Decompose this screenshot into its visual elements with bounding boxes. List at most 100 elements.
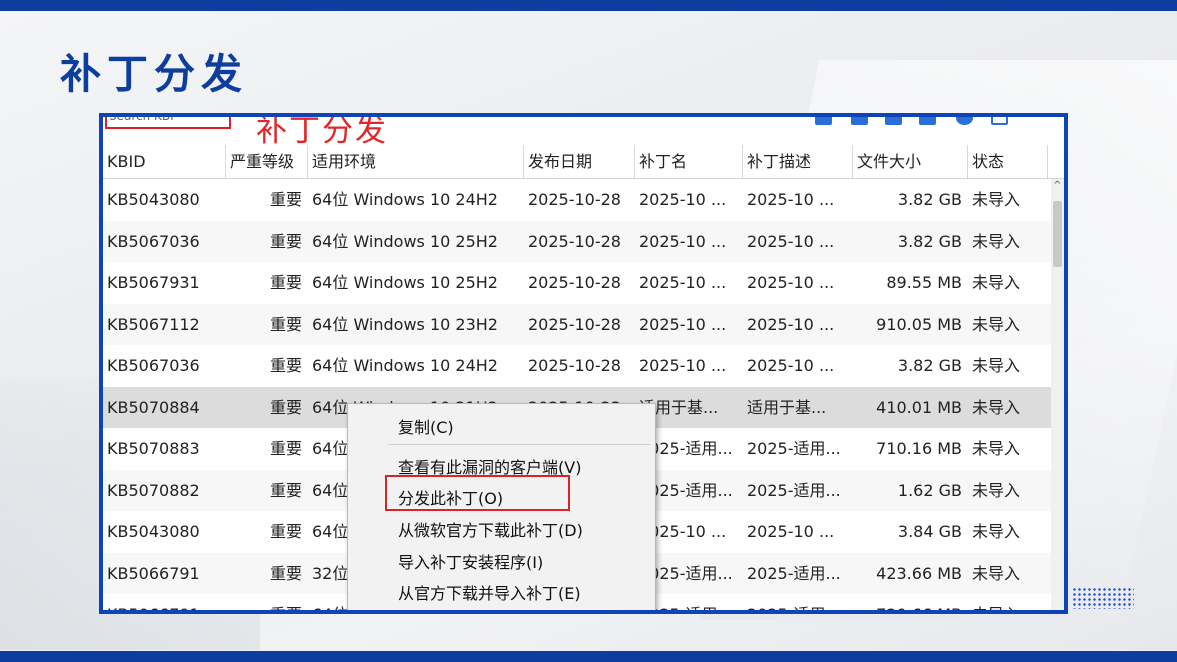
- cell-severity: 重要: [226, 594, 308, 610]
- cell-file-size: 710.16 MB: [876, 439, 962, 458]
- cell-patch-name: 2025-10 ...: [639, 190, 727, 209]
- cell-patch-name: 2025-10 ...: [639, 356, 727, 375]
- cell-severity: 重要: [269, 273, 302, 292]
- cell-severity: 重要: [269, 231, 302, 251]
- cell-kbid: KB5070882: [107, 480, 200, 500]
- cell-kbid: KB5067112: [107, 314, 200, 334]
- cell-patch-desc: 2025-10 ...: [747, 314, 835, 334]
- cell-status: 未导入: [968, 594, 1048, 610]
- cell-kbid: KB5067931: [107, 273, 200, 292]
- table-header: KBID 严重等级 适用环境 发布日期 补丁名 补丁描述 文件大小 状态: [103, 145, 1064, 179]
- export-icon[interactable]: [885, 117, 902, 125]
- cell-environment: 64位 Windows 10 25H2: [312, 273, 498, 292]
- scroll-up-arrow-icon[interactable]: ^: [1052, 181, 1063, 191]
- menu-item-import-installer[interactable]: 导入补丁安装程序(I): [398, 549, 543, 573]
- cell-file-size: 720.66 MB: [853, 594, 968, 610]
- cell-kbid: KB5043080: [107, 522, 200, 541]
- top-accent-bar: [0, 0, 1177, 11]
- refresh-icon[interactable]: [956, 117, 973, 125]
- cell-severity: 重要: [269, 522, 302, 541]
- cell-severity: 重要: [269, 439, 302, 458]
- cell-release-date: 2025-10-28: [528, 356, 621, 375]
- menu-item-copy[interactable]: 复制(C): [398, 414, 454, 438]
- context-menu: 复制(C) 查看有此漏洞的客户端(V) 分发此补丁(O) 从微软官方下载此补丁(…: [347, 403, 656, 610]
- vertical-scrollbar[interactable]: ^: [1051, 179, 1064, 610]
- cell-file-size: 3.82 GB: [897, 356, 962, 375]
- column-header-file-size[interactable]: 文件大小: [853, 145, 968, 178]
- cell-patch-desc: 2025-10 ...: [747, 356, 835, 375]
- column-header-kbid[interactable]: KBID: [103, 145, 226, 178]
- table-row[interactable]: KB5067036 重要 64位 Windows 10 24H2 2025-10-28…: [103, 345, 1051, 386]
- cell-status: 未导入: [972, 563, 1021, 583]
- column-header-release-date[interactable]: 发布日期: [524, 145, 635, 178]
- cell-severity: 重要: [269, 190, 302, 209]
- cell-severity: 重要: [269, 356, 302, 375]
- cell-status: 未导入: [972, 356, 1021, 375]
- cell-status: 未导入: [972, 439, 1021, 458]
- cell-patch-desc: 2025-10 ...: [747, 190, 835, 209]
- cell-status: 未导入: [972, 480, 1021, 500]
- column-header-severity[interactable]: 严重等级: [226, 145, 308, 178]
- save-icon[interactable]: [851, 117, 868, 125]
- cell-environment: 64位 Windows 10 24H2: [312, 190, 498, 209]
- cell-severity: 重要: [269, 480, 302, 500]
- toolbar-strip: Search KBI 补丁分发: [103, 117, 1064, 149]
- cell-patch-desc: 2025-10 ...: [747, 231, 835, 251]
- cell-patch-desc: 适用于基...: [747, 397, 827, 417]
- column-header-patch-name[interactable]: 补丁名: [635, 145, 743, 178]
- cell-status: 未导入: [972, 522, 1021, 541]
- folder-icon[interactable]: [919, 117, 936, 125]
- cell-patch-desc: 2025-适用...: [747, 439, 841, 458]
- cell-environment: 64位 Windows 10 23H2: [312, 314, 498, 334]
- cell-file-size: 910.05 MB: [876, 314, 962, 334]
- cell-kbid: KB5043080: [107, 190, 200, 209]
- table-row[interactable]: KB5043080 重要 64位 Windows 10 24H2 2025-10-28…: [103, 179, 1051, 220]
- cell-file-size: 1.62 GB: [897, 480, 962, 500]
- cell-status: 未导入: [972, 314, 1021, 334]
- cell-patch-name: 2025-10 ...: [639, 314, 727, 334]
- cell-release-date: 2025-10-28: [528, 273, 621, 292]
- menu-item-download-and-import[interactable]: 从官方下载并导入补丁(E): [398, 580, 581, 604]
- table-row[interactable]: KB5067036 重要 64位 Windows 10 25H2 2025-10-28…: [103, 220, 1051, 262]
- download-icon[interactable]: [815, 117, 832, 125]
- cell-file-size: 89.55 MB: [886, 273, 962, 292]
- cell-status: 未导入: [972, 190, 1021, 209]
- column-header-patch-desc[interactable]: 补丁描述: [743, 145, 853, 178]
- cell-environment: 64位 Windows 10 25H2: [312, 231, 498, 251]
- settings-icon[interactable]: [991, 117, 1008, 125]
- menu-item-download-from-microsoft[interactable]: 从微软官方下载此补丁(D): [398, 517, 583, 541]
- column-header-status[interactable]: 状态: [968, 145, 1048, 178]
- cell-kbid: KB5070883: [107, 439, 200, 458]
- cell-patch-name: 2025-10 ...: [639, 273, 727, 292]
- cell-status: 未导入: [972, 273, 1021, 292]
- scrollbar-thumb[interactable]: [1053, 201, 1062, 267]
- cell-patch-desc: 2025-适用...: [747, 563, 841, 583]
- cell-severity: 重要: [269, 314, 302, 334]
- cell-patch-desc: 2025-适用...: [743, 594, 853, 610]
- cell-file-size: 3.82 GB: [897, 231, 962, 251]
- table-row[interactable]: KB5067112 重要 64位 Windows 10 23H2 2025-10-28…: [103, 303, 1051, 345]
- dot-pattern-decoration: [1072, 587, 1134, 609]
- bottom-accent-bar: [0, 651, 1177, 662]
- page-title: 补丁分发: [60, 50, 248, 98]
- cell-patch-desc: 2025-适用...: [747, 480, 841, 500]
- cell-file-size: 423.66 MB: [876, 563, 962, 583]
- cell-patch-name: 2025-10 ...: [639, 231, 727, 251]
- cell-file-size: 410.01 MB: [876, 397, 962, 417]
- cell-kbid: KB5070884: [107, 397, 200, 417]
- search-placeholder: Search KBI: [109, 113, 174, 123]
- cell-kbid: KB5067036: [107, 356, 200, 375]
- cell-status: 未导入: [972, 397, 1021, 417]
- table-row[interactable]: KB5067931 重要 64位 Windows 10 25H2 2025-10-28…: [103, 262, 1051, 303]
- cell-release-date: 2025-10-28: [528, 231, 621, 251]
- cell-release-date: 2025-10-28: [528, 314, 621, 334]
- cell-severity: 重要: [269, 563, 302, 583]
- cell-patch-desc: 2025-10 ...: [747, 273, 835, 292]
- column-header-environment[interactable]: 适用环境: [308, 145, 524, 178]
- menu-separator: [388, 444, 650, 445]
- screenshot-frame: Search KBI 补丁分发 KBID 严重等级 适用环境 发布日期 补丁名 …: [99, 113, 1068, 614]
- cell-status: 未导入: [972, 231, 1021, 251]
- cell-patch-desc: 2025-10 ...: [747, 522, 835, 541]
- cell-severity: 重要: [269, 397, 302, 417]
- cell-release-date: 2025-10-28: [528, 190, 621, 209]
